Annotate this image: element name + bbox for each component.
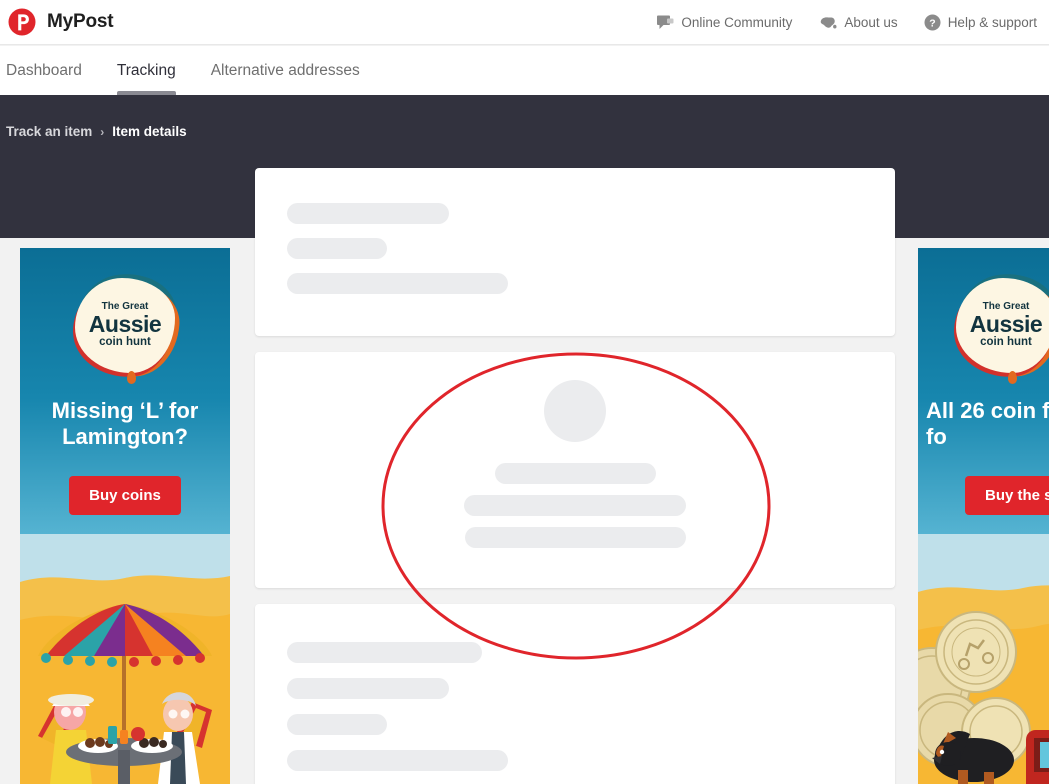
ad-cta-wrap: Buy the s [918, 476, 1049, 515]
tab-tracking[interactable]: Tracking [116, 46, 176, 95]
ad-logo-line2: Aussie [969, 311, 1043, 338]
chevron-right-icon: › [100, 124, 105, 139]
tracking-history-card [255, 604, 895, 784]
utility-nav-item-help-support[interactable]: ? Help & support [924, 14, 1037, 31]
coins-kelpie-ute-illustration [918, 534, 1049, 784]
ad-logo-line3: coin hunt [980, 336, 1032, 349]
ad-headline: Missing ‘L’ for Lamington? [51, 398, 199, 449]
skeleton-placeholder [287, 678, 449, 699]
tab-label: Dashboard [6, 62, 82, 79]
top-bar: MyPost Online Community About us ? Help … [0, 0, 1049, 45]
ad-banner-right[interactable]: The Great Aussie coin hunt All 26 coin f… [918, 248, 1049, 784]
question-circle-icon: ? [924, 14, 941, 31]
australia-map-icon [818, 15, 837, 30]
breadcrumb-link-track-an-item[interactable]: Track an item [6, 124, 92, 139]
tab-alternative-addresses[interactable]: Alternative addresses [211, 46, 360, 95]
utility-nav: Online Community About us ? Help & suppo… [657, 0, 1045, 45]
breadcrumb: Track an item › Item details [6, 124, 187, 139]
brand-name: MyPost [47, 11, 114, 32]
skeleton-placeholder [464, 527, 686, 548]
ad-logo-line2: Aussie [88, 311, 162, 338]
utility-nav-item-online-community[interactable]: Online Community [657, 15, 792, 30]
svg-text:?: ? [929, 17, 935, 29]
item-summary-card [255, 168, 895, 336]
utility-nav-label: Online Community [681, 15, 793, 30]
brand-logo[interactable]: MyPost [8, 8, 114, 36]
skeleton-placeholder [287, 203, 449, 224]
speech-bubble-icon [657, 15, 674, 30]
beach-umbrella-lamington-illustration [20, 534, 230, 784]
australia-post-logo-icon [8, 8, 36, 36]
ad-logo-line3: coin hunt [99, 336, 151, 349]
tab-label: Alternative addresses [210, 62, 360, 79]
page-root: MyPost Online Community About us ? Help … [0, 0, 1049, 784]
ad-cta-wrap: Buy coins [20, 476, 230, 515]
aussie-coin-hunt-logo-icon: The Great Aussie coin hunt [20, 269, 230, 384]
buy-coins-button[interactable]: Buy coins [69, 476, 181, 515]
aussie-coin-hunt-logo-icon: The Great Aussie coin hunt [918, 269, 1049, 384]
utility-nav-item-about-us[interactable]: About us [818, 15, 898, 30]
utility-nav-label: Help & support [947, 15, 1037, 30]
breadcrumb-current-item-details: Item details [112, 124, 187, 139]
skeleton-placeholder [287, 714, 387, 735]
skeleton-placeholder [287, 238, 387, 259]
utility-nav-label: About us [844, 15, 898, 30]
ad-banner-left[interactable]: The Great Aussie coin hunt Missing ‘L’ f… [20, 248, 230, 784]
skeleton-placeholder [494, 463, 656, 484]
tab-dashboard[interactable]: Dashboard [6, 46, 82, 95]
skeleton-placeholder [287, 750, 508, 771]
buy-the-set-button[interactable]: Buy the s [965, 476, 1049, 515]
delivery-status-card [255, 352, 895, 588]
skeleton-placeholder [287, 642, 482, 663]
tab-label: Tracking [116, 62, 176, 79]
skeleton-avatar [544, 380, 606, 442]
ad-headline: All 26 coin folder fo [926, 398, 1049, 449]
main-tab-bar: Dashboard Tracking Alternative addresses [0, 46, 1049, 95]
skeleton-placeholder [464, 495, 686, 516]
skeleton-placeholder [287, 273, 508, 294]
